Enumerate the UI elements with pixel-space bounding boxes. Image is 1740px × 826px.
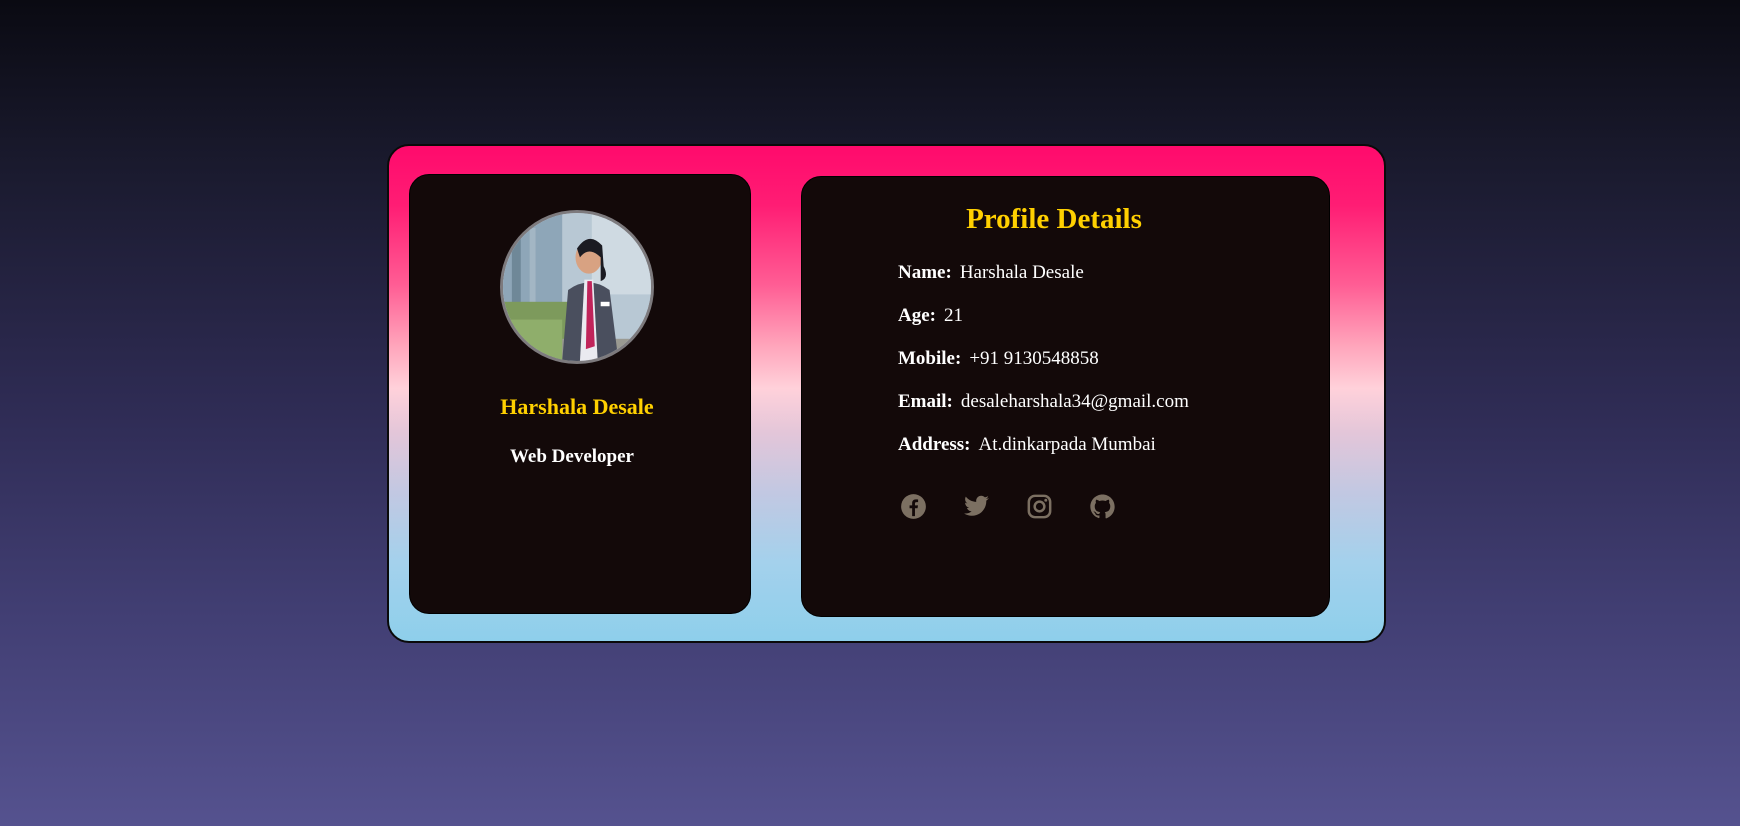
detail-label: Age: [898, 305, 936, 326]
detail-label: Mobile: [898, 348, 962, 369]
facebook-icon[interactable] [898, 491, 928, 521]
twitter-icon[interactable] [961, 491, 991, 521]
avatar [500, 210, 654, 364]
detail-label: Name: [898, 262, 952, 283]
detail-value: Harshala Desale [959, 262, 1084, 283]
detail-label: Address: [898, 434, 971, 455]
profile-details-panel: Profile Details Name: Harshala Desale Age… [801, 176, 1330, 617]
profile-name: Harshala Desale [500, 394, 654, 419]
detail-row-mobile: Mobile: +91 9130548858 [898, 348, 1099, 370]
detail-row-name: Name: Harshala Desale [898, 262, 1084, 284]
detail-label: Email: [898, 391, 953, 412]
profile-summary-panel: Harshala Desale Web Developer [409, 174, 751, 614]
github-icon[interactable] [1087, 491, 1117, 521]
detail-value: +91 9130548858 [969, 348, 1099, 369]
social-links [898, 491, 1150, 521]
profile-card: Harshala Desale Web Developer Profile De… [387, 144, 1386, 643]
profile-role: Web Developer [509, 446, 634, 467]
avatar-photo [503, 213, 651, 361]
detail-value: 21 [943, 305, 963, 326]
instagram-icon[interactable] [1024, 491, 1054, 521]
details-title: Profile Details [966, 203, 1142, 235]
detail-row-age: Age: 21 [898, 305, 963, 327]
detail-value: At.dinkarpada Mumbai [978, 434, 1156, 455]
detail-row-address: Address: At.dinkarpada Mumbai [898, 434, 1156, 456]
detail-value: desaleharshala34@gmail.com [960, 391, 1189, 412]
detail-row-email: Email: desaleharshala34@gmail.com [898, 391, 1189, 413]
